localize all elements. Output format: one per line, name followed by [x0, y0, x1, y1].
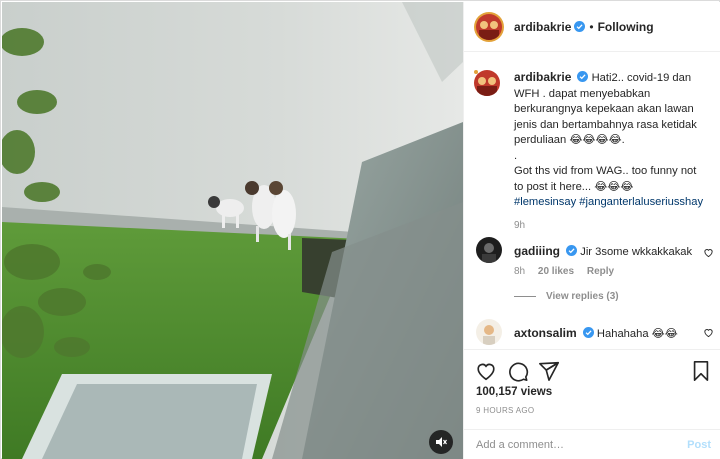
- comment-username[interactable]: gadiiing: [514, 244, 560, 258]
- view-replies-button[interactable]: View replies (3): [514, 291, 619, 302]
- heart-icon[interactable]: [475, 360, 497, 382]
- comment-icon[interactable]: [507, 360, 529, 382]
- commenter-avatar[interactable]: [476, 237, 502, 263]
- comment-text: Jir 3some wkkakkakak: [580, 246, 693, 258]
- comment-body: axtonsalim Hahahaha 😂😂: [514, 326, 678, 340]
- speaker-icon: [436, 437, 447, 447]
- bookmark-icon[interactable]: [690, 360, 712, 382]
- caption-line: berkurangnya kepekaan akan lawan: [514, 103, 694, 115]
- header-username[interactable]: ardibakrie: [514, 20, 571, 34]
- comment-time[interactable]: 8h: [514, 266, 525, 277]
- caption-line: Hati2.. covid-19 dan: [591, 72, 692, 84]
- caption-body: ardibakrie Hati2.. covid-19 dan WFH . da…: [514, 70, 714, 233]
- caption-line: Got ths vid from WAG.. too funny not: [514, 165, 697, 177]
- comment-meta: 8h 20 likes Reply: [514, 266, 624, 277]
- views-count[interactable]: 100,157 views: [476, 386, 552, 398]
- comment-text: Hahahaha 😂😂: [596, 328, 678, 340]
- verified-badge-icon: [574, 21, 586, 32]
- instagram-post-modal: ardibakrie • Following ardibakrie Hati2.…: [0, 0, 720, 459]
- verified-badge-icon: [566, 245, 578, 256]
- avatar-image: [476, 319, 502, 345]
- comment-like-icon[interactable]: [703, 247, 714, 258]
- caption-line: to post it here... 😂😂😂: [514, 180, 634, 193]
- avatar-image: [474, 70, 500, 96]
- view-replies-label: View replies (3): [546, 291, 619, 302]
- commenter-avatar[interactable]: [476, 319, 502, 345]
- comment-input[interactable]: [476, 438, 688, 451]
- comment-username[interactable]: axtonsalim: [514, 326, 577, 340]
- post-sidebar: ardibakrie • Following ardibakrie Hati2.…: [463, 2, 720, 459]
- verified-badge-icon: [582, 327, 594, 338]
- caption-line: perduliaan 😂😂😂😂.: [514, 134, 625, 146]
- header-separator: •: [589, 19, 594, 34]
- caption-avatar[interactable]: [474, 70, 500, 96]
- post-timestamp[interactable]: 9 HOURS AGO: [476, 406, 534, 415]
- caption-hashtags[interactable]: #lemesinsay #janganterlaluseriusshay: [514, 195, 714, 211]
- avatar-image: [476, 237, 502, 263]
- verified-badge-icon: [577, 71, 589, 82]
- video-frame: [2, 2, 463, 459]
- post-header: ardibakrie • Following: [464, 2, 720, 52]
- following-button[interactable]: Following: [598, 20, 654, 34]
- caption-time[interactable]: 9h: [514, 218, 714, 234]
- comment-like-icon[interactable]: [703, 327, 714, 338]
- caption-line: jenis dan bertambahnya rasa ketidak: [514, 118, 697, 131]
- add-comment-bar: Post: [464, 429, 720, 459]
- comment-body: gadiiing Jir 3some wkkakkakak: [514, 244, 692, 258]
- post-comment-button[interactable]: Post: [687, 439, 711, 451]
- caption-line: .: [514, 149, 518, 162]
- comment-likes[interactable]: 20 likes: [538, 266, 574, 277]
- caption-username[interactable]: ardibakrie: [514, 70, 571, 84]
- avatar-image: [476, 13, 502, 40]
- post-actions: 100,157 views 9 HOURS AGO: [464, 349, 720, 429]
- post-video[interactable]: [2, 2, 463, 459]
- caption-line: WFH . dapat menyebabkan: [514, 87, 651, 100]
- share-icon[interactable]: [538, 360, 560, 382]
- replies-divider: [514, 296, 536, 297]
- comments-list[interactable]: ardibakrie Hati2.. covid-19 dan WFH . da…: [464, 53, 720, 349]
- reply-button[interactable]: Reply: [587, 266, 614, 277]
- header-avatar[interactable]: [474, 11, 504, 42]
- mute-toggle-button[interactable]: [429, 430, 453, 454]
